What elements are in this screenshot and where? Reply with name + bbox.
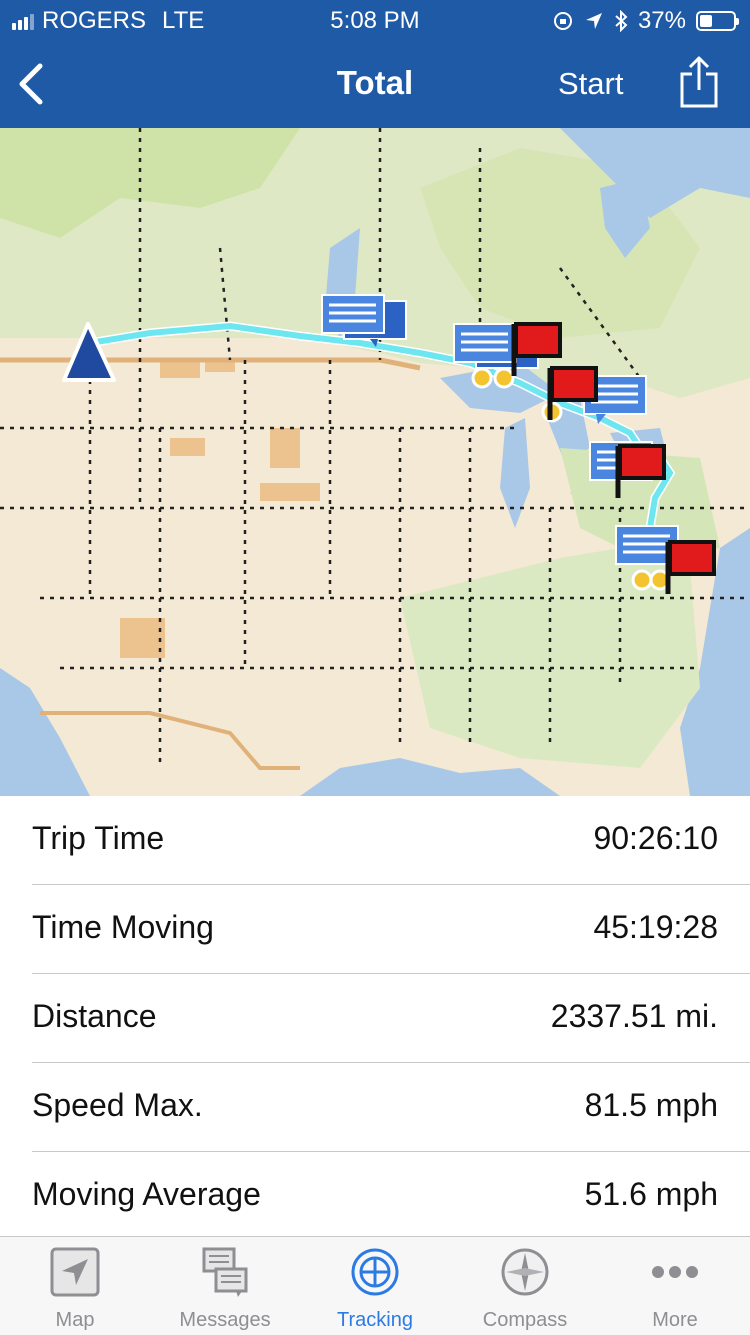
tracking-icon: [351, 1248, 399, 1296]
tab-label: Tracking: [337, 1309, 413, 1331]
stat-value: 51.6 mph: [584, 1176, 718, 1212]
tab-bar: Map Messages Tracking Compass More: [0, 1236, 750, 1335]
trip-stats-list: Trip Time 90:26:10 Time Moving 45:19:28 …: [0, 796, 750, 1240]
status-right: 37%: [552, 7, 739, 35]
tab-compass[interactable]: Compass: [450, 1237, 600, 1335]
start-button[interactable]: Start: [558, 66, 623, 102]
battery-percent: 37%: [637, 7, 686, 34]
page-title: Total: [336, 64, 414, 101]
messages-icon: [202, 1247, 248, 1297]
flag-marker-icon[interactable]: [662, 538, 718, 598]
tab-messages[interactable]: Messages: [150, 1237, 300, 1335]
tab-label: More: [652, 1309, 698, 1331]
flag-marker-icon[interactable]: [544, 364, 600, 424]
tab-tracking[interactable]: Tracking: [300, 1237, 450, 1335]
stat-row-distance: Distance 2337.51 mi.: [32, 974, 750, 1063]
stat-row-trip-time: Trip Time 90:26:10: [32, 796, 750, 885]
orientation-lock-icon: [553, 12, 572, 30]
tab-label: Map: [55, 1309, 95, 1331]
battery-icon: [696, 11, 739, 31]
compass-icon: [501, 1248, 549, 1296]
more-dots-icon: [652, 1266, 698, 1278]
stat-row-speed-max: Speed Max. 81.5 mph: [32, 1063, 750, 1152]
tab-map[interactable]: Map: [0, 1237, 150, 1335]
bluetooth-icon: [615, 10, 628, 32]
tab-label: Messages: [179, 1309, 271, 1331]
location-arrow-icon: [585, 13, 602, 29]
status-bar: ROGERS LTE 5:08 PM 37%: [0, 0, 750, 40]
navigation-bar: Total Start: [0, 40, 750, 128]
stat-row-moving-average: Moving Average 51.6 mph: [32, 1152, 750, 1240]
stat-label: Distance: [32, 998, 157, 1034]
current-position-arrow-icon: [62, 322, 116, 382]
stat-label: Time Moving: [32, 909, 214, 945]
message-marker-icon[interactable]: [320, 293, 410, 349]
stat-value: 2337.51 mi.: [550, 998, 718, 1034]
stat-value: 81.5 mph: [584, 1087, 718, 1123]
stat-value: 45:19:28: [593, 909, 718, 945]
stat-label: Trip Time: [32, 820, 165, 856]
stat-label: Moving Average: [32, 1176, 261, 1212]
stat-row-time-moving: Time Moving 45:19:28: [32, 885, 750, 974]
tab-label: Compass: [482, 1309, 568, 1331]
flag-marker-icon[interactable]: [612, 442, 668, 502]
stat-value: 90:26:10: [593, 820, 718, 856]
trip-map[interactable]: [0, 128, 750, 796]
map-arrow-icon: [50, 1247, 100, 1297]
tab-more[interactable]: More: [600, 1237, 750, 1335]
stat-label: Speed Max.: [32, 1087, 203, 1123]
share-icon[interactable]: [678, 54, 720, 110]
